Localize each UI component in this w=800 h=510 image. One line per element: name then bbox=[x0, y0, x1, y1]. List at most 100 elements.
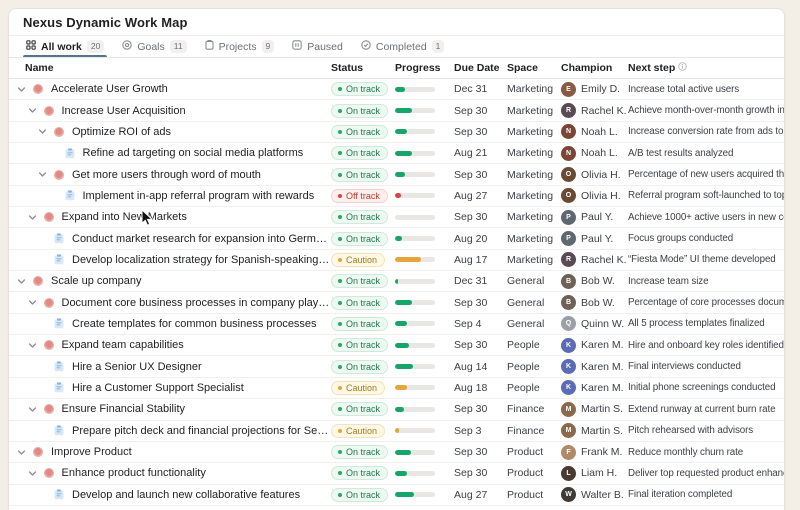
item-name: Optimize ROI of ads bbox=[72, 126, 171, 138]
status-badge[interactable]: On track bbox=[331, 232, 388, 246]
progress-cell bbox=[395, 364, 454, 369]
status-badge[interactable]: On track bbox=[331, 466, 388, 480]
name-cell[interactable]: Expand team capabilities bbox=[17, 339, 331, 351]
avatar: P bbox=[561, 210, 576, 225]
name-cell[interactable]: Improve Product bbox=[17, 446, 331, 458]
table-row[interactable]: Increase User Acquisition On track Sep 3… bbox=[9, 100, 784, 121]
chevron-down-icon[interactable] bbox=[28, 405, 37, 414]
name-cell[interactable]: Optimize ROI of ads bbox=[17, 126, 331, 138]
status-badge[interactable]: On track bbox=[331, 125, 388, 139]
item-name: Prepare pitch deck and financial project… bbox=[72, 425, 331, 437]
status-badge[interactable]: On track bbox=[331, 317, 388, 331]
tab-count-badge: 9 bbox=[262, 40, 275, 53]
status-badge[interactable]: On track bbox=[331, 338, 388, 352]
name-cell[interactable]: Implement in-app referral program with r… bbox=[17, 190, 331, 202]
table-row[interactable]: Document core business processes in comp… bbox=[9, 292, 784, 313]
chevron-down-icon[interactable] bbox=[38, 127, 47, 136]
status-badge[interactable]: Off track bbox=[331, 189, 388, 203]
status-badge[interactable]: On track bbox=[331, 146, 388, 160]
table-row[interactable]: Expand team capabilities On track Sep 30… bbox=[9, 335, 784, 356]
status-badge[interactable]: Caution bbox=[331, 424, 385, 438]
name-cell[interactable]: Hire a Senior UX Designer bbox=[17, 361, 331, 373]
chevron-down-icon[interactable] bbox=[28, 213, 37, 222]
name-cell[interactable]: Document core business processes in comp… bbox=[17, 297, 331, 309]
chevron-down-icon[interactable] bbox=[17, 277, 26, 286]
table-row[interactable]: Enhance product functionality On track S… bbox=[9, 463, 784, 484]
avatar: L bbox=[561, 466, 576, 481]
status-badge[interactable]: On track bbox=[331, 168, 388, 182]
name-cell[interactable]: Develop and launch new collaborative fea… bbox=[17, 489, 331, 501]
tab-all-work[interactable]: All work 20 bbox=[19, 36, 111, 57]
status-cell: Caution bbox=[331, 424, 395, 438]
status-badge[interactable]: Caution bbox=[331, 381, 385, 395]
status-badge[interactable]: On track bbox=[331, 274, 388, 288]
table-row[interactable]: Expand into New Markets On track Sep 30 … bbox=[9, 207, 784, 228]
champion-cell: B Bob W. bbox=[561, 295, 628, 310]
table-row[interactable]: Get more users through word of mouth On … bbox=[9, 164, 784, 185]
name-cell[interactable]: Hire a Customer Support Specialist bbox=[17, 382, 331, 394]
status-badge[interactable]: On track bbox=[331, 104, 388, 118]
chevron-down-icon[interactable] bbox=[28, 341, 37, 350]
next-step: Initial phone screenings conducted bbox=[628, 382, 784, 393]
name-cell[interactable]: Scale up company bbox=[17, 275, 331, 287]
chevron-down-icon[interactable] bbox=[28, 298, 37, 307]
name-cell[interactable]: Increase User Acquisition bbox=[17, 105, 331, 117]
name-cell[interactable]: Enhance product functionality bbox=[17, 467, 331, 479]
tab-paused[interactable]: Paused bbox=[285, 36, 350, 57]
status-badge[interactable]: On track bbox=[331, 445, 388, 459]
chevron-down-icon[interactable] bbox=[28, 469, 37, 478]
tab-completed[interactable]: Completed 1 bbox=[354, 36, 452, 57]
status-badge[interactable]: On track bbox=[331, 82, 388, 96]
tab-projects[interactable]: Projects 9 bbox=[198, 36, 282, 57]
name-cell[interactable]: Develop localization strategy for Spanis… bbox=[17, 254, 331, 266]
table-row[interactable]: Hire a Customer Support Specialist Cauti… bbox=[9, 378, 784, 399]
name-cell[interactable]: Conduct market research for expansion in… bbox=[17, 233, 331, 245]
progress-bar bbox=[395, 385, 435, 390]
table-row[interactable]: Implement in-app referral program with r… bbox=[9, 186, 784, 207]
chevron-down-icon[interactable] bbox=[28, 106, 37, 115]
name-cell[interactable]: Get more users through word of mouth bbox=[17, 169, 331, 181]
progress-bar bbox=[395, 108, 435, 113]
chevron-down-icon[interactable] bbox=[38, 170, 47, 179]
status-cell: On track bbox=[331, 104, 395, 118]
chevron-down-icon[interactable] bbox=[17, 448, 26, 457]
space-label: Marketing bbox=[507, 233, 561, 245]
name-cell[interactable]: Prepare pitch deck and financial project… bbox=[17, 425, 331, 437]
tab-goals[interactable]: Goals 11 bbox=[115, 36, 193, 57]
name-cell[interactable]: Create templates for common business pro… bbox=[17, 318, 331, 330]
status-badge[interactable]: On track bbox=[331, 296, 388, 310]
table-row[interactable]: Prepare pitch deck and financial project… bbox=[9, 421, 784, 442]
next-step: All 5 process templates finalized bbox=[628, 318, 784, 329]
chevron-down-icon[interactable] bbox=[17, 85, 26, 94]
table-row[interactable]: Optimize ROI of ads On track Sep 30 Mark… bbox=[9, 122, 784, 143]
avatar: M bbox=[561, 423, 576, 438]
status-badge[interactable]: On track bbox=[331, 402, 388, 416]
due-date: Sep 30 bbox=[454, 446, 507, 458]
name-cell[interactable]: Ensure Financial Stability bbox=[17, 403, 331, 415]
name-cell[interactable]: Accelerate User Growth bbox=[17, 83, 331, 95]
status-badge[interactable]: Caution bbox=[331, 253, 385, 267]
table-row[interactable]: Scale up company On track Dec 31 General… bbox=[9, 271, 784, 292]
space-label: General bbox=[507, 318, 561, 330]
status-badge[interactable]: On track bbox=[331, 488, 388, 502]
name-cell[interactable]: Expand into New Markets bbox=[17, 211, 331, 223]
table-row[interactable]: Accelerate User Growth On track Dec 31 M… bbox=[9, 79, 784, 100]
goal-icon bbox=[44, 106, 54, 116]
table-row[interactable]: Conduct market research for expansion in… bbox=[9, 228, 784, 249]
table-row[interactable]: Refine ad targeting on social media plat… bbox=[9, 143, 784, 164]
tab-count-badge: 20 bbox=[87, 40, 104, 53]
table-row[interactable]: Develop and launch new collaborative fea… bbox=[9, 485, 784, 506]
status-cell: Off track bbox=[331, 189, 395, 203]
name-cell[interactable]: Refine ad targeting on social media plat… bbox=[17, 147, 331, 159]
table-row[interactable]: Create templates for common business pro… bbox=[9, 314, 784, 335]
status-badge[interactable]: On track bbox=[331, 360, 388, 374]
status-badge[interactable]: On track bbox=[331, 210, 388, 224]
table-row[interactable]: Ensure Financial Stability On track Sep … bbox=[9, 399, 784, 420]
table-row[interactable]: Develop localization strategy for Spanis… bbox=[9, 250, 784, 271]
due-date: Aug 21 bbox=[454, 147, 507, 159]
table-row[interactable]: Improve Product On track Sep 30 Product … bbox=[9, 442, 784, 463]
table-row[interactable]: Hire a Senior UX Designer On track Aug 1… bbox=[9, 356, 784, 377]
due-date: Sep 30 bbox=[454, 211, 507, 223]
due-date: Aug 20 bbox=[454, 233, 507, 245]
space-label: Marketing bbox=[507, 83, 561, 95]
